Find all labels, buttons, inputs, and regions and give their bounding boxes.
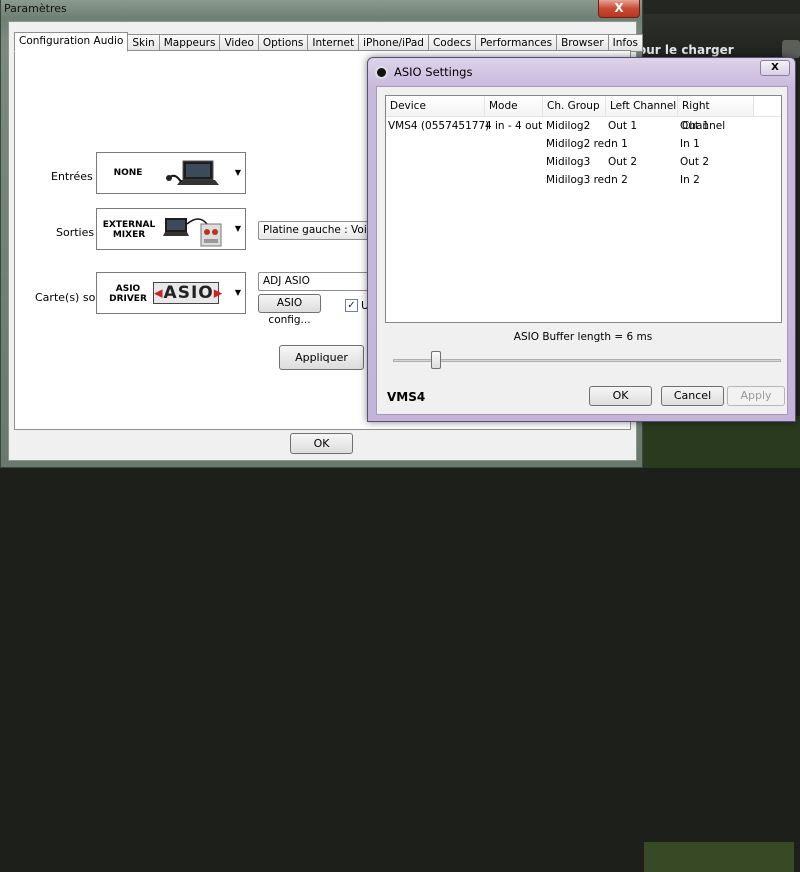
- row-4-left[interactable]: In 2: [608, 174, 628, 186]
- tab-configuration-audio[interactable]: Configuration Audio: [14, 32, 129, 52]
- outputs-label: Sorties :: [56, 226, 102, 239]
- row-2-group[interactable]: Midilog2 rec: [546, 138, 610, 150]
- external-mixer-icon: [163, 218, 222, 247]
- outputs-combo-chevron-icon: ▼: [234, 224, 241, 233]
- asio-logo: ◂ASIO▸: [153, 282, 224, 304]
- column-header-mode[interactable]: Mode: [485, 96, 543, 116]
- use-checkbox[interactable]: ✓: [345, 299, 358, 312]
- column-header-right-channel[interactable]: Right Channel: [678, 96, 754, 132]
- buffer-length-label: ASIO Buffer length = 6 ms: [513, 331, 653, 343]
- row-1-group[interactable]: Midilog2: [546, 120, 590, 132]
- outputs-combo-text: EXTERNAL MIXER: [102, 220, 156, 240]
- params-window-title: Paramètres: [4, 2, 67, 15]
- laptop-icon: [166, 160, 219, 185]
- background-panel: [638, 416, 800, 872]
- inputs-combo[interactable]: NONE ▼: [96, 152, 246, 194]
- asio-close-button[interactable]: X: [760, 60, 790, 76]
- row-3-group[interactable]: Midilog3: [546, 156, 590, 168]
- inputs-label: Entrées :: [51, 170, 100, 183]
- row-3-right[interactable]: Out 2: [680, 156, 709, 168]
- apply-button[interactable]: Appliquer: [279, 345, 364, 370]
- column-header-left-channel[interactable]: Left Channel: [606, 96, 678, 116]
- asio-apply-button[interactable]: Apply: [727, 386, 785, 406]
- row-4-group[interactable]: Midilog3 rec: [546, 174, 610, 186]
- row-1-right[interactable]: Out 1: [680, 120, 709, 132]
- background-header-text: our le charger: [638, 43, 734, 57]
- row-1-device[interactable]: VMS4 (055745177): [388, 120, 489, 132]
- vms4-brand-label: VMS4: [387, 390, 426, 404]
- row-2-right[interactable]: In 1: [680, 138, 700, 150]
- params-ok-button[interactable]: OK: [290, 433, 353, 454]
- asio-app-icon: [375, 66, 388, 79]
- asio-device-list[interactable]: Device Mode Ch. Group Left Channel Right…: [385, 95, 782, 323]
- asio-client-area: Device Mode Ch. Group Left Channel Right…: [376, 86, 788, 415]
- sound-card-combo-chevron-icon: ▼: [234, 288, 241, 297]
- row-2-left[interactable]: In 1: [608, 138, 628, 150]
- buffer-slider-thumb[interactable]: [431, 351, 441, 369]
- asio-logo-text: ASIO: [163, 283, 214, 303]
- asio-dialog-title: ASIO Settings: [394, 65, 473, 79]
- inputs-combo-text: NONE: [113, 168, 143, 178]
- row-3-left[interactable]: Out 2: [608, 156, 637, 168]
- buffer-slider-track[interactable]: [393, 359, 781, 362]
- outputs-combo[interactable]: EXTERNAL MIXER ▼: [96, 208, 246, 250]
- asio-cancel-button[interactable]: Cancel: [661, 386, 724, 406]
- params-close-button[interactable]: X: [598, 0, 640, 18]
- asio-ok-button[interactable]: OK: [589, 386, 652, 406]
- outputs-channel-select[interactable]: Platine gauche : Voie 1&2: [258, 221, 378, 240]
- column-header-ch-group[interactable]: Ch. Group: [543, 96, 606, 116]
- sound-card-combo-text: ASIO DRIVER: [109, 284, 147, 304]
- row-4-right[interactable]: In 2: [680, 174, 700, 186]
- background-header-bar: our le charger: [638, 14, 800, 60]
- inputs-combo-chevron-icon: ▼: [234, 168, 241, 177]
- params-tab-bar: Configuration Audio Skin Mappeurs Video …: [14, 32, 643, 52]
- sound-card-driver-select[interactable]: ADJ ASIO: [258, 272, 378, 291]
- background-button[interactable]: [782, 40, 800, 58]
- sound-card-combo[interactable]: ASIO DRIVER ◂ASIO▸ ▼: [96, 272, 246, 314]
- row-1-mode[interactable]: 4 in - 4 out: [485, 120, 542, 132]
- asio-settings-dialog: ASIO Settings X Device Mode Ch. Group Le…: [367, 57, 796, 422]
- row-1-left[interactable]: Out 1: [608, 120, 637, 132]
- column-header-device[interactable]: Device: [386, 96, 485, 116]
- asio-config-button[interactable]: ASIO config...: [258, 294, 321, 326]
